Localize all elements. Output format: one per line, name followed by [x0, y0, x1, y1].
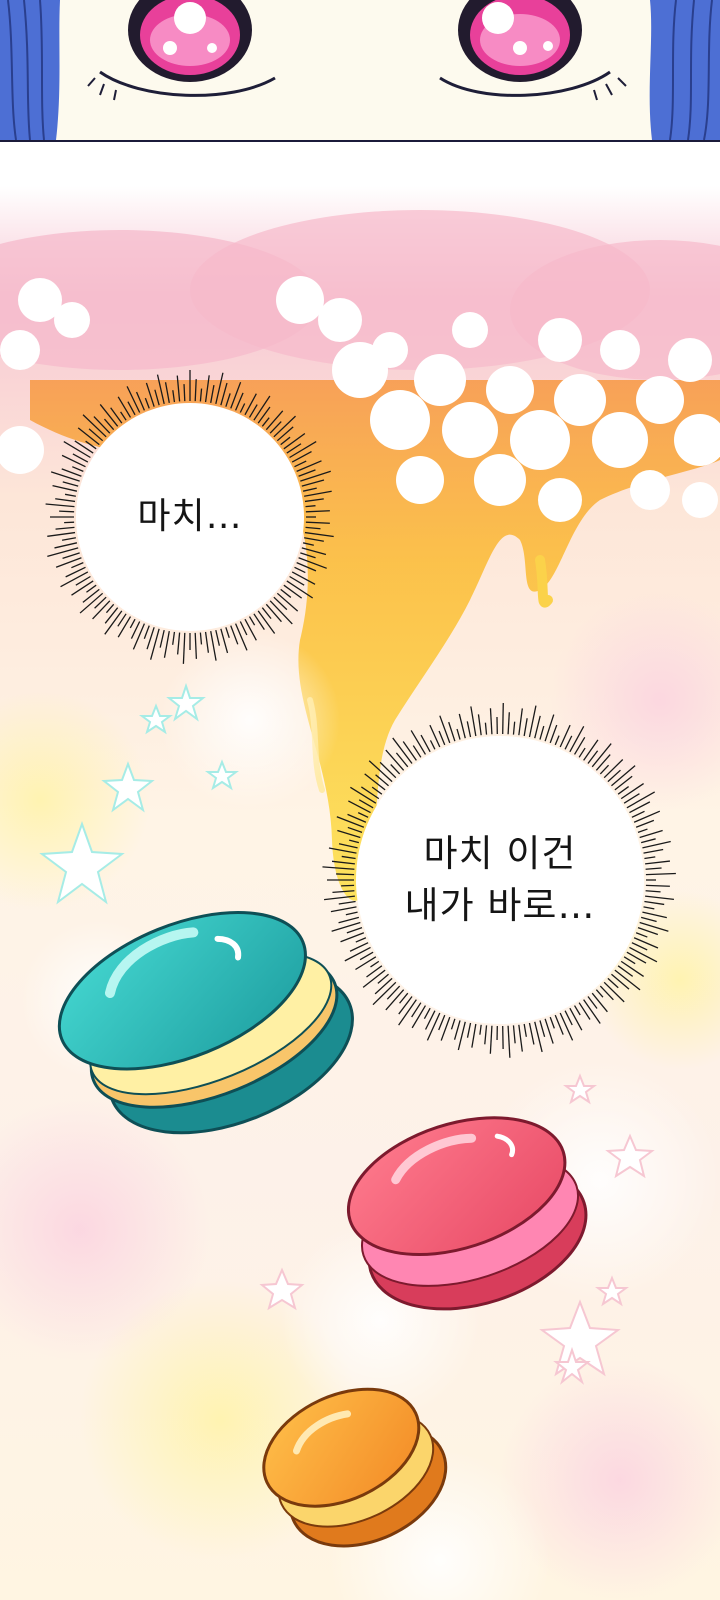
- speech-bubble-2-line-2: 내가 바로…: [404, 884, 596, 927]
- speech-bubble-2-line-1: 마치 이건: [423, 832, 577, 875]
- burst-ray: [645, 884, 670, 887]
- burst-ray: [305, 505, 316, 508]
- eyes-closeup-panel: [0, 0, 720, 142]
- speech-bubble-1: 마치…: [78, 405, 302, 629]
- burst-ray: [59, 510, 75, 513]
- comic-page: 마치… 마치 이건 내가 바로…: [0, 0, 720, 1600]
- burst-ray: [183, 384, 186, 402]
- speech-bubble-1-text: 마치…: [137, 491, 242, 543]
- speech-bubble-1-line-1: 마치…: [137, 496, 243, 537]
- speech-bubble-2: 마치 이건 내가 바로…: [358, 738, 642, 1022]
- burst-ray: [336, 873, 355, 876]
- burst-ray: [502, 703, 504, 735]
- speech-bubble-2-text: 마치 이건 내가 바로…: [405, 828, 596, 932]
- eyes-illustration: [0, 0, 720, 140]
